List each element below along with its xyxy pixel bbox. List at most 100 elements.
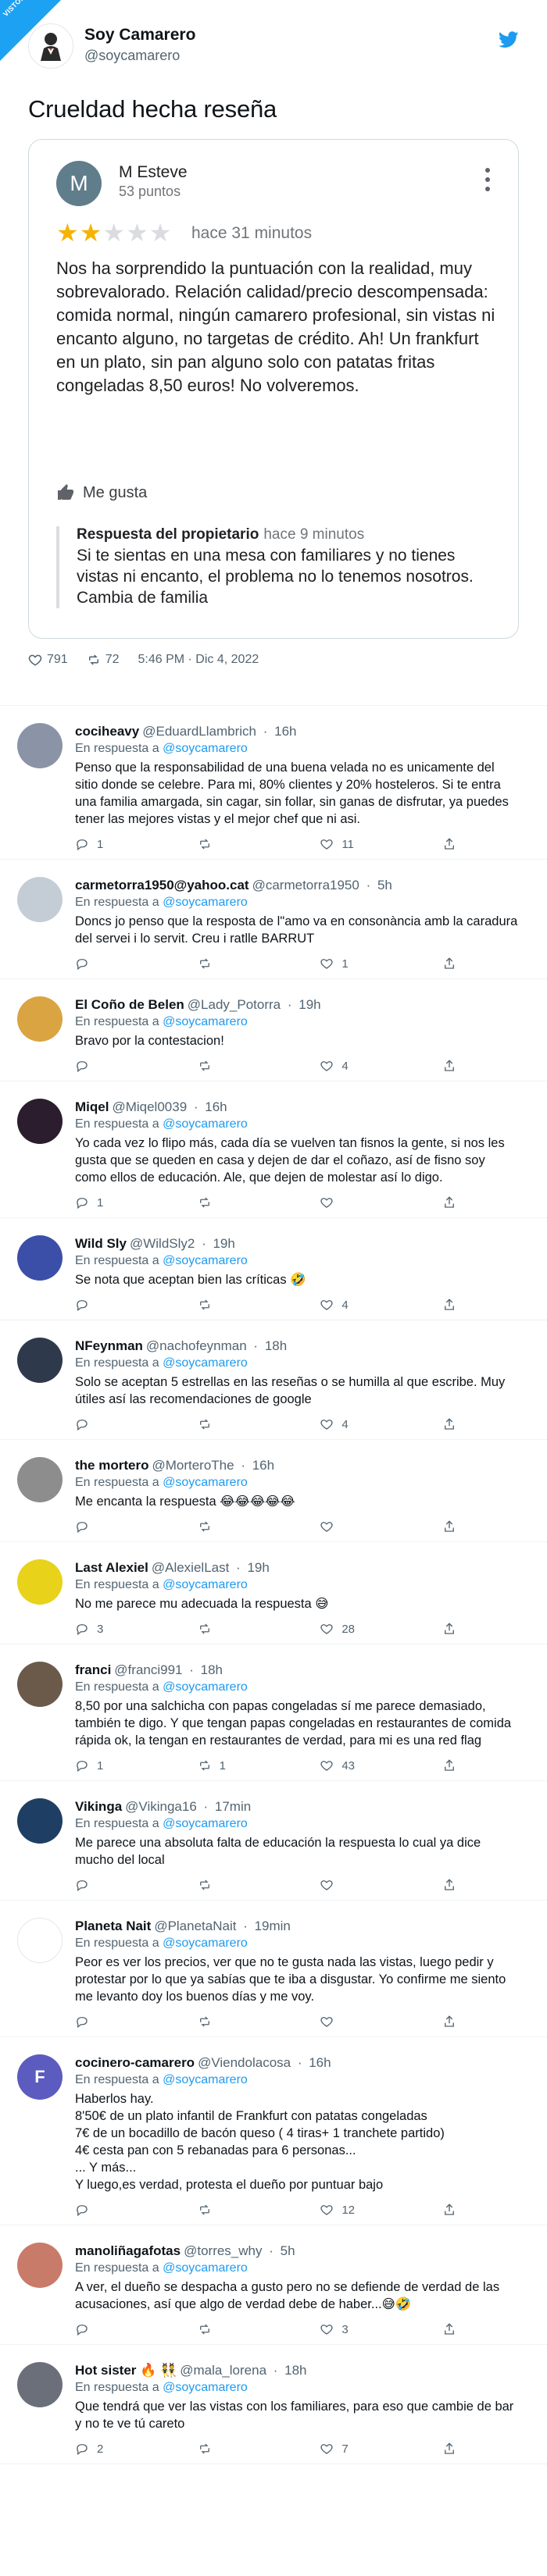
share-action[interactable]: [442, 1298, 456, 1312]
reply-tweet[interactable]: Wild Sly @WildSly2 · 19h En respuesta a @s…: [0, 1218, 547, 1320]
reply-handle[interactable]: @carmetorra1950: [252, 878, 359, 893]
share-action[interactable]: [442, 1059, 456, 1073]
reply-tweet[interactable]: cociheavy @EduardLlambrich · 16h En respue…: [0, 706, 547, 860]
reply-time[interactable]: 16h: [252, 1458, 274, 1473]
reply-tweet[interactable]: manoliñagafotas @torres_why · 5h En respue…: [0, 2225, 547, 2345]
like-action[interactable]: 12: [320, 2203, 406, 2217]
reply-avatar[interactable]: [17, 1457, 63, 1502]
reply-handle[interactable]: @mala_lorena: [180, 2363, 266, 2378]
reply-action[interactable]: 1: [75, 1195, 161, 1210]
reply-handle[interactable]: @Vikinga16: [125, 1799, 197, 1814]
retweet-action[interactable]: [198, 1622, 284, 1636]
retweet-action[interactable]: [198, 2442, 284, 2456]
reply-action[interactable]: 3: [75, 1622, 161, 1636]
reply-tweet[interactable]: Vikinga @Vikinga16 · 17min En respuesta a …: [0, 1781, 547, 1901]
share-action[interactable]: [442, 1878, 456, 1892]
reply-handle[interactable]: @PlanetaNait: [154, 1919, 236, 1933]
reply-time[interactable]: 19h: [247, 1560, 269, 1575]
reply-handle[interactable]: @Viendolacosa: [198, 2055, 291, 2070]
reply-avatar[interactable]: [17, 1559, 63, 1605]
reply-tweet[interactable]: Last Alexiel @AlexielLast · 19h En respues…: [0, 1542, 547, 1644]
reply-avatar[interactable]: [17, 1918, 63, 1963]
reply-avatar[interactable]: [17, 2362, 63, 2407]
retweet-action[interactable]: [198, 2015, 284, 2029]
reply-author-name[interactable]: Planeta Nait: [75, 1919, 151, 1933]
mention-link[interactable]: @soycamarero: [163, 1578, 248, 1591]
reply-avatar[interactable]: [17, 2243, 63, 2288]
like-action[interactable]: [320, 1520, 406, 1534]
reply-author-name[interactable]: El Coño de Belen: [75, 997, 184, 1012]
reply-author-name[interactable]: Last Alexiel: [75, 1560, 148, 1575]
reply-action[interactable]: [75, 1059, 161, 1073]
retweet-action[interactable]: [198, 1195, 284, 1210]
reply-tweet[interactable]: NFeynman @nachofeynman · 18h En respuesta …: [0, 1320, 547, 1440]
reply-action[interactable]: 1: [75, 837, 161, 851]
reply-action[interactable]: [75, 1417, 161, 1431]
reply-avatar[interactable]: [17, 1798, 63, 1844]
reply-time[interactable]: 19h: [299, 997, 320, 1012]
reply-avatar[interactable]: [17, 1662, 63, 1707]
retweet-action[interactable]: [198, 2203, 284, 2217]
reply-avatar[interactable]: [17, 877, 63, 922]
like-action[interactable]: [320, 1195, 406, 1210]
reply-handle[interactable]: @WildSly2: [130, 1236, 195, 1251]
reply-time[interactable]: 17min: [215, 1799, 251, 1814]
reply-avatar[interactable]: [17, 1235, 63, 1281]
twitter-bird-icon[interactable]: [499, 31, 519, 48]
retweet-action[interactable]: [198, 837, 284, 851]
like-action[interactable]: 43: [320, 1758, 406, 1773]
reply-action[interactable]: 1: [75, 1758, 161, 1773]
mention-link[interactable]: @soycamarero: [163, 896, 248, 909]
reply-avatar[interactable]: [17, 1099, 63, 1144]
reply-time[interactable]: 18h: [201, 1662, 223, 1677]
reply-time[interactable]: 16h: [205, 1099, 227, 1114]
mention-link[interactable]: @soycamarero: [163, 1817, 248, 1830]
reply-time[interactable]: 16h: [274, 724, 296, 739]
retweet-action[interactable]: [198, 1520, 284, 1534]
like-action[interactable]: 28: [320, 1622, 406, 1636]
mention-link[interactable]: @soycamarero: [163, 1356, 248, 1370]
reply-action[interactable]: [75, 2203, 161, 2217]
share-action[interactable]: [442, 957, 456, 971]
like-action[interactable]: [320, 1878, 406, 1892]
reply-time[interactable]: 16h: [309, 2055, 331, 2070]
like-action[interactable]: 4: [320, 1298, 406, 1312]
share-action[interactable]: [442, 1195, 456, 1210]
share-action[interactable]: [442, 1417, 456, 1431]
reply-action[interactable]: [75, 1520, 161, 1534]
reply-action[interactable]: 2: [75, 2442, 161, 2456]
retweet-action[interactable]: [198, 1878, 284, 1892]
reply-handle[interactable]: @nachofeynman: [146, 1338, 247, 1353]
reply-handle[interactable]: @torres_why: [184, 2243, 262, 2258]
author-name[interactable]: Soy Camarero: [84, 26, 195, 45]
share-action[interactable]: [442, 2442, 456, 2456]
share-action[interactable]: [442, 2015, 456, 2029]
mention-link[interactable]: @soycamarero: [163, 2381, 248, 2394]
review-screenshot[interactable]: M M Esteve 53 puntos ★★★★★ hace 31 minut…: [28, 139, 519, 639]
reply-author-name[interactable]: Wild Sly: [75, 1236, 127, 1251]
reply-handle[interactable]: @franci991: [114, 1662, 182, 1677]
retweet-action[interactable]: [198, 2322, 284, 2336]
like-action[interactable]: 11: [320, 837, 406, 851]
share-action[interactable]: [442, 1520, 456, 1534]
reply-tweet[interactable]: Miqel @Miqel0039 · 16h En respuesta a @soy…: [0, 1081, 547, 1218]
reply-avatar[interactable]: [17, 996, 63, 1042]
reply-handle[interactable]: @Miqel0039: [112, 1099, 187, 1114]
reply-time[interactable]: 19min: [255, 1919, 291, 1933]
reply-author-name[interactable]: Miqel: [75, 1099, 109, 1114]
retweet-action[interactable]: [198, 1298, 284, 1312]
like-action[interactable]: 3: [320, 2322, 406, 2336]
retweet-icon[interactable]: [87, 653, 101, 667]
reply-action[interactable]: [75, 2322, 161, 2336]
reply-time[interactable]: 18h: [265, 1338, 287, 1353]
retweet-action[interactable]: [198, 957, 284, 971]
reply-avatar[interactable]: [17, 723, 63, 768]
share-action[interactable]: [442, 2322, 456, 2336]
share-action[interactable]: [442, 837, 456, 851]
mention-link[interactable]: @soycamarero: [163, 1254, 248, 1267]
reply-handle[interactable]: @AlexielLast: [152, 1560, 229, 1575]
mention-link[interactable]: @soycamarero: [163, 742, 248, 755]
like-action[interactable]: 7: [320, 2442, 406, 2456]
reply-avatar[interactable]: [17, 1338, 63, 1383]
like-action[interactable]: 1: [320, 957, 406, 971]
